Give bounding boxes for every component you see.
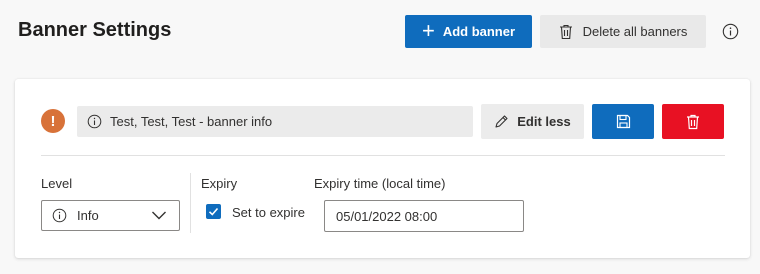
checkmark-icon (208, 207, 219, 216)
save-icon (616, 114, 630, 129)
trash-icon (687, 114, 699, 129)
level-value: Info (77, 208, 99, 223)
delete-banner-button[interactable] (662, 104, 724, 139)
expiry-time-input[interactable]: 05/01/2022 08:00 (324, 200, 524, 232)
save-button[interactable] (592, 104, 654, 139)
pencil-icon (495, 115, 508, 128)
delete-all-banners-button[interactable]: Delete all banners (540, 15, 706, 48)
info-icon (87, 114, 102, 129)
delete-all-banners-label: Delete all banners (582, 24, 688, 39)
level-label: Level (41, 176, 73, 191)
info-icon (52, 208, 67, 223)
banner-message-field[interactable]: Test, Test, Test - banner info (77, 106, 473, 137)
vertical-divider (190, 173, 191, 233)
info-icon[interactable] (722, 23, 739, 40)
page-header: Banner Settings + Add banner Delete all … (0, 0, 760, 66)
expiry-label: Expiry (201, 176, 238, 191)
edit-less-label: Edit less (517, 114, 571, 129)
set-to-expire-checkbox[interactable] (206, 204, 221, 219)
edit-less-button[interactable]: Edit less (481, 104, 584, 139)
page-title: Banner Settings (18, 19, 172, 41)
exclamation-icon: ! (41, 109, 65, 133)
expiry-time-value: 05/01/2022 08:00 (336, 208, 438, 224)
trash-icon (559, 24, 572, 39)
chevron-down-icon (152, 211, 166, 220)
banner-card: ! Test, Test, Test - banner info Edit le… (15, 79, 750, 258)
expiry-time-label: Expiry time (local time) (314, 176, 446, 191)
level-dropdown[interactable]: Info (41, 200, 180, 231)
plus-icon: + (421, 17, 435, 43)
banner-message-text: Test, Test, Test - banner info (110, 114, 273, 129)
add-banner-button[interactable]: + Add banner (405, 15, 532, 48)
card-divider (41, 155, 725, 156)
add-banner-label: Add banner (442, 24, 516, 39)
set-to-expire-label[interactable]: Set to expire (232, 205, 305, 220)
